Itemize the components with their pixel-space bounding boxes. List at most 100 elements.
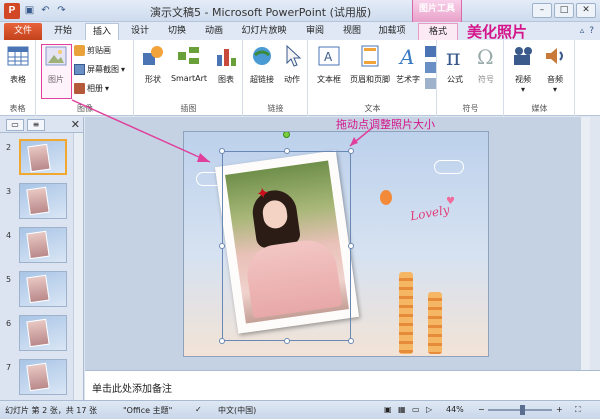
object-icon[interactable] — [425, 78, 436, 89]
resize-handle[interactable] — [348, 148, 354, 154]
beautify-photo-annotation: 美化照片 — [467, 23, 528, 41]
redo-icon[interactable]: ↷ — [55, 4, 68, 18]
screenshot-icon — [74, 64, 85, 75]
fit-to-window-icon[interactable]: ⛶ — [575, 405, 581, 415]
zoom-in-icon[interactable]: + — [556, 405, 563, 414]
resize-handle[interactable] — [284, 148, 290, 154]
slide-thumbnail[interactable]: 3 — [2, 183, 72, 219]
undo-icon[interactable]: ↶ — [39, 4, 52, 18]
smartart-icon — [178, 47, 199, 64]
zoom-level[interactable]: 44% — [446, 405, 464, 414]
action-icon — [286, 44, 302, 67]
save-icon[interactable]: ▣ — [23, 4, 36, 18]
hyperlink-button[interactable]: 超链接 — [246, 43, 278, 85]
resize-handle[interactable] — [348, 338, 354, 344]
slide-canvas[interactable]: Lovely ♥ ✦ — [183, 131, 489, 357]
table-button[interactable]: 表格 — [3, 43, 33, 85]
slide-sorter-icon[interactable]: ▦ — [398, 405, 406, 414]
tab-insert[interactable]: 插入 — [85, 23, 119, 40]
wordart-icon: A — [398, 45, 414, 69]
clipart-button[interactable]: 剪贴画 — [74, 45, 111, 56]
slide-thumbnail[interactable]: 7 — [2, 359, 72, 395]
slide-number-icon[interactable] — [425, 62, 436, 73]
close-button[interactable]: ✕ — [576, 3, 596, 18]
shapes-icon — [143, 46, 163, 65]
resize-handle[interactable] — [348, 243, 354, 249]
notes-pane[interactable]: 单击此处添加备注 — [85, 370, 600, 401]
photo-album-button[interactable]: 相册 ▾ — [74, 83, 109, 94]
picture-tools-context-tab: 图片工具 — [412, 0, 462, 22]
minimize-button[interactable]: – — [532, 3, 552, 18]
slideshow-icon[interactable]: ▷ — [426, 405, 432, 414]
wordart-button[interactable]: A 艺术字 — [393, 43, 423, 85]
tab-addins[interactable]: 加载项 — [372, 23, 412, 40]
table-icon — [7, 46, 29, 66]
tab-review[interactable]: 审阅 — [298, 23, 332, 40]
resize-handle[interactable] — [284, 338, 290, 344]
resize-handle[interactable] — [219, 243, 225, 249]
tab-design[interactable]: 设计 — [123, 23, 157, 40]
close-pane-icon[interactable]: ✕ — [71, 118, 80, 131]
hyperlink-icon — [253, 47, 271, 65]
textbox-button[interactable]: A 文本框 — [311, 43, 347, 85]
formula-button[interactable]: π 公式 — [441, 43, 469, 85]
chart-button[interactable]: 图表 — [212, 43, 240, 85]
slide-scrollbar[interactable] — [580, 117, 590, 370]
date-time-icon[interactable] — [425, 46, 436, 57]
slide-thumbnail[interactable]: 2 — [2, 139, 72, 175]
group-label-illustrations: 插图 — [180, 104, 197, 113]
group-label-images: 图像 — [77, 104, 93, 113]
group-label-symbols: 符号 — [462, 104, 479, 113]
thumbnail-scrollbar[interactable] — [73, 133, 83, 400]
tab-home[interactable]: 开始 — [46, 23, 80, 40]
reading-view-icon[interactable]: ▭ — [412, 405, 420, 414]
lovely-text: Lovely — [409, 202, 451, 224]
language-indicator[interactable]: 中文(中国) — [218, 405, 256, 416]
shapes-button[interactable]: 形状 — [139, 43, 167, 85]
quick-access-toolbar: P ▣ ↶ ↷ — [4, 3, 68, 19]
video-button[interactable]: 视频 ▾ — [509, 43, 537, 94]
table-label: 表格 — [10, 75, 26, 84]
tab-view[interactable]: 视图 — [335, 23, 369, 40]
group-media: 视频 ▾ 音频 ▾ 媒体 — [505, 40, 575, 116]
minimize-ribbon-icon[interactable]: ▵ — [580, 26, 585, 36]
chevron-down-icon: ▾ — [520, 85, 525, 94]
tab-slideshow[interactable]: 幻灯片放映 — [234, 23, 294, 40]
smartart-button[interactable]: SmartArt — [169, 43, 209, 83]
header-footer-icon — [361, 45, 379, 67]
zoom-out-icon[interactable]: − — [478, 405, 485, 414]
group-tables: 表格 表格 — [0, 40, 36, 116]
symbol-button[interactable]: Ω 符号 — [472, 43, 500, 85]
tab-file[interactable]: 文件 — [4, 23, 42, 40]
screenshot-button[interactable]: 屏幕截图 ▾ — [74, 64, 125, 75]
tab-transitions[interactable]: 切换 — [160, 23, 194, 40]
zoom-slider-knob[interactable] — [520, 405, 525, 415]
picture-button-highlight — [41, 44, 72, 99]
cloud-doodle — [434, 160, 464, 174]
audio-button[interactable]: 音频 ▾ — [541, 43, 569, 94]
photo-album-icon — [74, 83, 85, 94]
normal-view-icon[interactable]: ▣ — [384, 405, 392, 414]
resize-handle[interactable] — [219, 148, 225, 154]
maximize-button[interactable]: □ — [554, 3, 574, 18]
svg-text:A: A — [398, 45, 414, 69]
slide-thumbnail[interactable]: 5 — [2, 271, 72, 307]
resize-handle[interactable] — [219, 338, 225, 344]
group-label-links: 链接 — [267, 104, 284, 113]
slides-tab-icon[interactable]: ▭ — [6, 119, 24, 131]
spellcheck-icon[interactable]: ✓ — [195, 405, 202, 414]
tab-format[interactable]: 格式 — [418, 23, 458, 40]
speaker-icon — [546, 48, 563, 64]
ribbon: 表格 表格 图片 剪贴画 屏幕截图 ▾ 相册 ▾ 图像 形状 SmartArt … — [0, 40, 600, 116]
balloon-doodle — [380, 190, 392, 205]
tab-animations[interactable]: 动画 — [197, 23, 231, 40]
outline-tab-icon[interactable]: ≡ — [27, 119, 45, 131]
chevron-down-icon: ▾ — [105, 84, 110, 93]
slide-thumbnail[interactable]: 6 — [2, 315, 72, 351]
rotation-handle[interactable] — [283, 132, 290, 138]
powerpoint-app-icon[interactable]: P — [4, 3, 20, 19]
help-icon[interactable]: ? — [589, 26, 594, 36]
slide-thumbnail[interactable]: 4 — [2, 227, 72, 263]
header-footer-button[interactable]: 页眉和页脚 — [347, 43, 393, 85]
action-button[interactable]: 动作 — [278, 43, 306, 85]
